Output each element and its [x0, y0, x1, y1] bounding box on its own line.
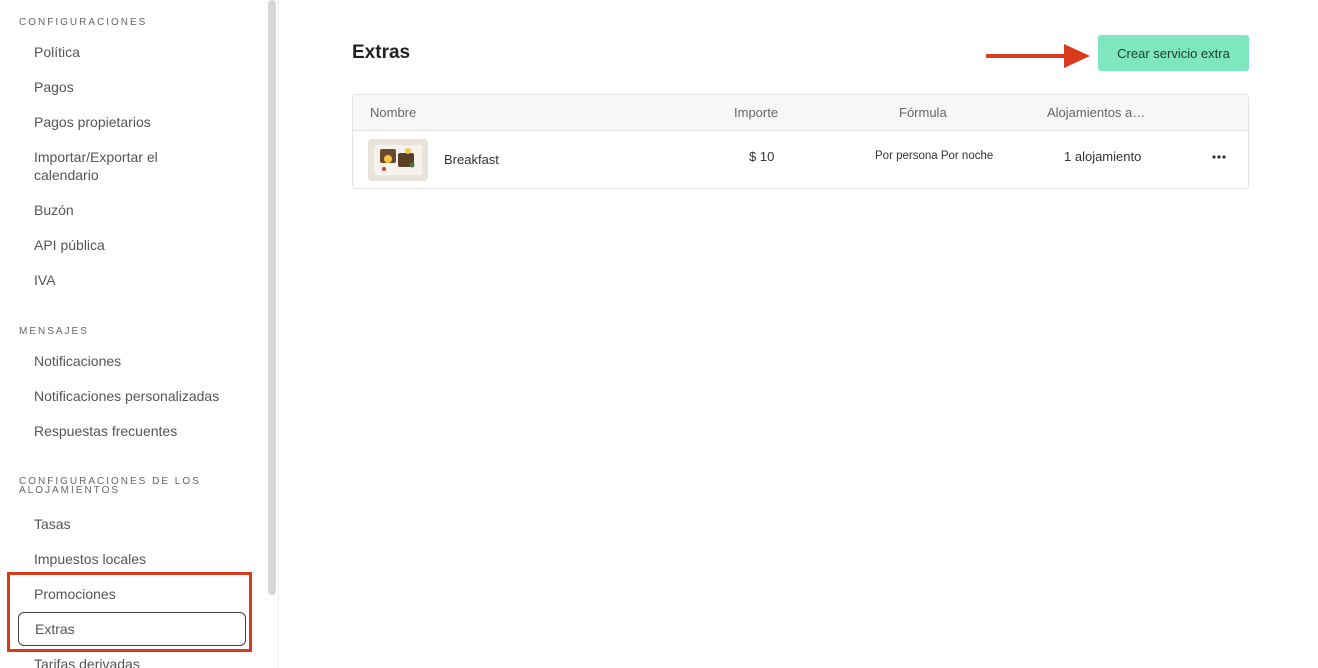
sidebar-item-tasas[interactable]: Tasas [18, 515, 246, 533]
column-header-formula[interactable]: Fórmula [899, 105, 947, 120]
sidebar-item-api-publica[interactable]: API pública [18, 236, 246, 254]
sidebar-item-importar-exportar[interactable]: Importar/Exportar el calendario [18, 148, 188, 184]
row-accommodations: 1 alojamiento [1064, 149, 1142, 164]
sidebar-divider [278, 0, 279, 668]
settings-sidebar: CONFIGURACIONES Política Pagos Pagos pro… [0, 0, 265, 668]
sidebar-item-buzon[interactable]: Buzón [18, 201, 246, 219]
sidebar-item-extras[interactable]: Extras [18, 612, 246, 646]
sidebar-item-politica[interactable]: Política [18, 43, 246, 61]
sidebar-item-pagos-propietarios[interactable]: Pagos propietarios [18, 113, 246, 131]
section-title-mensajes: MENSAJES [19, 326, 89, 337]
sidebar-scrollbar[interactable] [268, 0, 276, 595]
section-title-configuraciones-alojamientos: CONFIGURACIONES DE LOS ALOJAMIENTOS [19, 476, 201, 496]
column-header-nombre[interactable]: Nombre [370, 105, 416, 120]
row-formula: Por persona Por noche [875, 150, 994, 162]
sidebar-item-tarifas-derivadas[interactable]: Tarifas derivadas [18, 655, 246, 668]
breakfast-thumbnail [368, 139, 428, 181]
create-extra-service-button[interactable]: Crear servicio extra [1098, 35, 1249, 71]
sidebar-item-promociones[interactable]: Promociones [18, 585, 246, 603]
sidebar-item-notificaciones[interactable]: Notificaciones [18, 352, 246, 370]
page-title: Extras [352, 42, 411, 63]
sidebar-item-iva[interactable]: IVA [18, 271, 246, 289]
sidebar-item-pagos[interactable]: Pagos [18, 78, 246, 96]
column-header-importe[interactable]: Importe [734, 105, 778, 120]
arrow-right-icon [986, 44, 1090, 68]
column-header-alojamientos[interactable]: Alojamientos a… [1047, 105, 1145, 120]
sidebar-item-impuestos-locales[interactable]: Impuestos locales [18, 550, 246, 568]
table-header: Nombre Importe Fórmula Alojamientos a… [353, 95, 1248, 131]
more-horizontal-icon[interactable] [1208, 149, 1230, 165]
section-title-configuraciones: CONFIGURACIONES [19, 17, 148, 28]
row-name: Breakfast [444, 152, 499, 167]
sidebar-item-notificaciones-personalizadas[interactable]: Notificaciones personalizadas [18, 387, 246, 405]
row-amount: $ 10 [749, 149, 775, 164]
page: CONFIGURACIONES Política Pagos Pagos pro… [0, 0, 1318, 668]
sidebar-item-respuestas-frecuentes[interactable]: Respuestas frecuentes [18, 422, 246, 440]
extras-table: Nombre Importe Fórmula Alojamientos a… B… [352, 94, 1249, 189]
